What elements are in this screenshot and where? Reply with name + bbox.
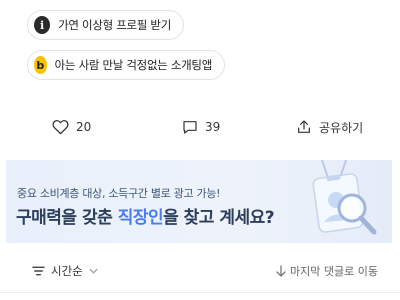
banner-subtitle: 중요 소비계층 대상, 소득구간 별로 광고 가능! bbox=[17, 187, 221, 200]
banner-title-part1: 구매력을 갖춘 bbox=[16, 208, 118, 228]
share-icon bbox=[298, 120, 310, 133]
chip-dating-app[interactable]: b 아는 사람 만날 걱정없는 소개팅앱 bbox=[27, 50, 225, 80]
chip-ideal-profile[interactable]: i 가연 이상형 프로필 받기 bbox=[27, 10, 184, 40]
sort-label: 시간순 bbox=[51, 264, 83, 278]
chip-label: 가연 이상형 프로필 받기 bbox=[58, 18, 171, 32]
chip-label: 아는 사람 만날 걱정없는 소개팅앱 bbox=[54, 58, 213, 72]
share-label: 공유하기 bbox=[319, 120, 364, 135]
sort-filter-icon bbox=[32, 266, 45, 276]
like-count: 20 bbox=[76, 120, 92, 134]
banner-title-part2: 을 찾고 계세요? bbox=[163, 208, 275, 228]
banner-title-highlight: 직장인 bbox=[117, 208, 164, 228]
arrow-down-icon bbox=[276, 265, 286, 277]
b-badge-icon: b bbox=[34, 56, 47, 74]
comment-toolbar: 시간순 마지막 댓글로 이동 bbox=[0, 263, 400, 283]
info-icon: i bbox=[34, 16, 51, 34]
id-card-magnifier-illustration bbox=[312, 160, 377, 235]
jump-label: 마지막 댓글로 이동 bbox=[290, 265, 378, 278]
heart-icon bbox=[52, 120, 69, 135]
comment-button[interactable]: 39 bbox=[182, 117, 220, 137]
ad-banner[interactable]: 중요 소비계층 대상, 소득구간 별로 광고 가능! 구매력을 갖춘 직장인을 … bbox=[6, 160, 392, 243]
comment-icon bbox=[183, 121, 197, 134]
sort-dropdown[interactable]: 시간순 bbox=[32, 263, 98, 279]
jump-to-last-comment-button[interactable]: 마지막 댓글로 이동 bbox=[276, 263, 378, 279]
chevron-down-icon bbox=[89, 268, 98, 274]
like-button[interactable]: 20 bbox=[52, 117, 91, 137]
share-button[interactable]: 공유하기 bbox=[296, 117, 363, 137]
comment-count: 39 bbox=[205, 120, 221, 134]
banner-title: 구매력을 갖춘 직장인을 찾고 계세요? bbox=[16, 203, 275, 228]
divider bbox=[0, 292, 400, 293]
